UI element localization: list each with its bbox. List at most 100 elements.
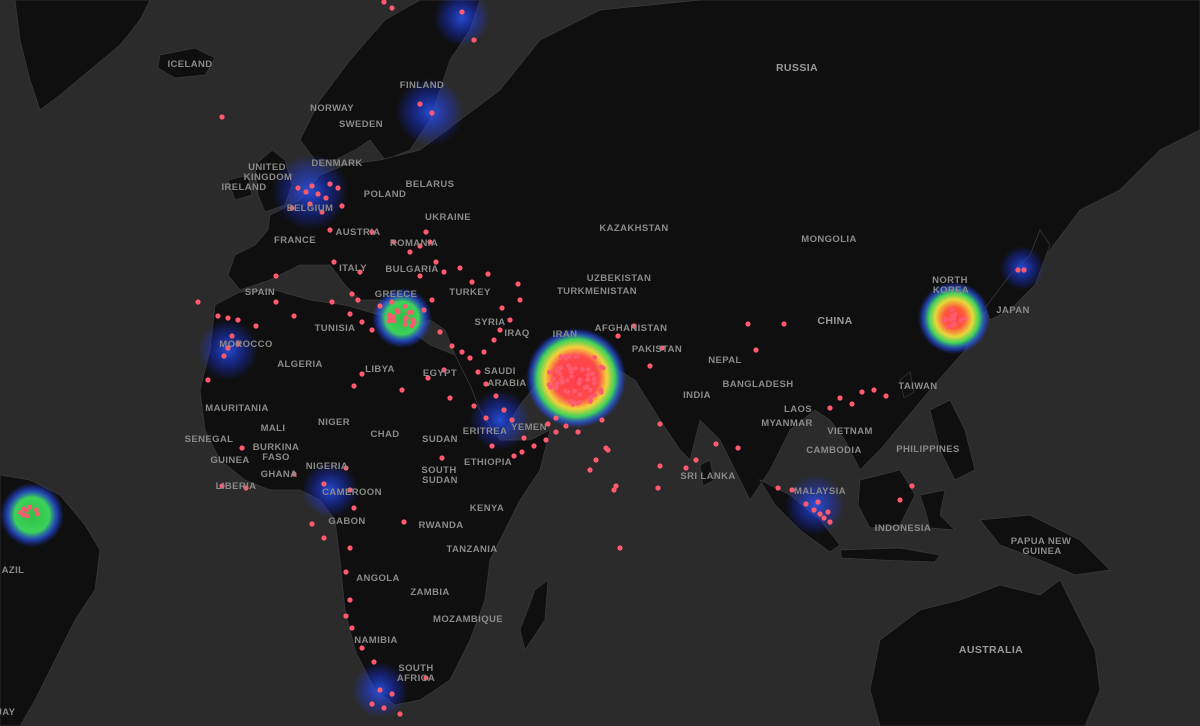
event-point bbox=[753, 347, 759, 353]
event-point bbox=[563, 423, 569, 429]
event-point bbox=[592, 392, 598, 398]
label-zambia: ZAMBIA bbox=[410, 587, 449, 598]
event-point bbox=[591, 376, 597, 382]
event-point bbox=[469, 279, 475, 285]
label-denmark: DENMARK bbox=[311, 158, 362, 169]
label-ghana: GHANA bbox=[261, 469, 298, 480]
madagascar bbox=[519, 579, 549, 651]
event-point bbox=[355, 297, 361, 303]
event-point bbox=[323, 195, 329, 201]
event-point bbox=[883, 393, 889, 399]
event-point bbox=[546, 382, 552, 388]
label-syria: SYRIA bbox=[474, 317, 505, 328]
event-point bbox=[849, 401, 855, 407]
event-point bbox=[577, 377, 583, 383]
event-point bbox=[871, 387, 877, 393]
event-point bbox=[587, 399, 593, 404]
label-malaysia: MALAYSIA bbox=[794, 486, 846, 497]
event-point bbox=[598, 364, 604, 370]
event-point bbox=[321, 535, 327, 541]
event-point bbox=[27, 504, 33, 510]
java bbox=[839, 547, 941, 563]
label-bangladesh: BANGLADESH bbox=[722, 379, 793, 390]
event-point bbox=[553, 429, 559, 435]
event-point bbox=[617, 545, 623, 551]
event-point bbox=[569, 374, 574, 379]
event-point bbox=[205, 377, 211, 383]
heat-red-sea bbox=[470, 390, 530, 450]
event-point bbox=[551, 376, 556, 382]
event-point bbox=[377, 687, 383, 693]
event-point bbox=[531, 443, 537, 449]
event-point bbox=[402, 322, 408, 327]
event-point bbox=[351, 383, 357, 389]
label-mali: MALI bbox=[261, 423, 286, 434]
label-saudi: SAUDI bbox=[484, 366, 516, 377]
label-china: CHINA bbox=[817, 315, 852, 327]
event-point bbox=[556, 365, 561, 371]
label-italy: ITALY bbox=[339, 263, 367, 274]
label-kenya: KENYA bbox=[470, 503, 504, 514]
event-point bbox=[359, 645, 365, 651]
event-point bbox=[20, 512, 26, 518]
label-australia: AUSTRALIA bbox=[959, 644, 1023, 656]
event-point bbox=[239, 445, 245, 451]
map-canvas[interactable]: ICELAND NORWAY SWEDEN FINLAND RUSSIA UNI… bbox=[0, 0, 1200, 726]
event-point bbox=[369, 327, 375, 333]
event-point bbox=[815, 499, 821, 505]
event-point bbox=[339, 203, 345, 209]
event-point bbox=[459, 9, 465, 15]
event-point bbox=[566, 363, 571, 368]
event-point bbox=[519, 449, 525, 455]
label-norway: NORWAY bbox=[310, 103, 354, 114]
label-pakistan: PAKISTAN bbox=[632, 344, 682, 355]
event-point bbox=[572, 388, 578, 394]
event-point bbox=[827, 405, 833, 411]
world-heatmap[interactable]: ICELAND NORWAY SWEDEN FINLAND RUSSIA UNI… bbox=[0, 0, 1200, 726]
event-point bbox=[827, 519, 833, 525]
event-point bbox=[437, 329, 443, 335]
event-point bbox=[579, 367, 585, 372]
label-kazakhstan: KAZAKHSTAN bbox=[599, 223, 668, 234]
label-liberia: LIBERIA bbox=[216, 481, 257, 492]
event-point bbox=[475, 369, 481, 375]
label-finland: FINLAND bbox=[400, 80, 445, 91]
heat-japan bbox=[1000, 246, 1044, 290]
label-vietnam: VIETNAM bbox=[827, 426, 873, 437]
event-point bbox=[615, 333, 621, 339]
label-sudan: SUDAN bbox=[422, 434, 458, 445]
event-point bbox=[335, 185, 341, 191]
event-point bbox=[554, 381, 560, 386]
label-bulgaria: BULGARIA bbox=[385, 264, 438, 275]
event-point bbox=[566, 353, 572, 359]
event-point bbox=[253, 323, 259, 329]
event-point bbox=[34, 511, 40, 517]
philippines bbox=[929, 399, 976, 481]
event-point bbox=[329, 299, 335, 305]
event-point bbox=[950, 322, 956, 327]
event-point bbox=[821, 515, 827, 521]
event-point bbox=[417, 101, 423, 107]
event-point bbox=[577, 400, 582, 405]
event-point bbox=[613, 483, 619, 489]
event-point bbox=[449, 343, 455, 349]
event-point bbox=[327, 181, 333, 187]
label-indonesia: INDONESIA bbox=[875, 523, 931, 534]
event-point bbox=[493, 393, 499, 399]
event-point bbox=[402, 317, 408, 322]
label-russia: RUSSIA bbox=[776, 62, 818, 74]
label-angola: ANGOLA bbox=[356, 573, 400, 584]
event-point bbox=[399, 387, 405, 393]
event-point bbox=[359, 371, 365, 377]
event-point bbox=[347, 311, 353, 317]
event-point bbox=[407, 249, 413, 255]
event-point bbox=[369, 701, 375, 707]
event-point bbox=[221, 353, 227, 359]
label-ireland: IRELAND bbox=[221, 182, 266, 193]
event-point bbox=[558, 354, 564, 360]
event-point bbox=[349, 291, 355, 297]
label-chad: CHAD bbox=[370, 429, 399, 440]
event-point bbox=[459, 349, 465, 355]
event-point bbox=[485, 271, 491, 277]
event-point bbox=[511, 453, 517, 459]
